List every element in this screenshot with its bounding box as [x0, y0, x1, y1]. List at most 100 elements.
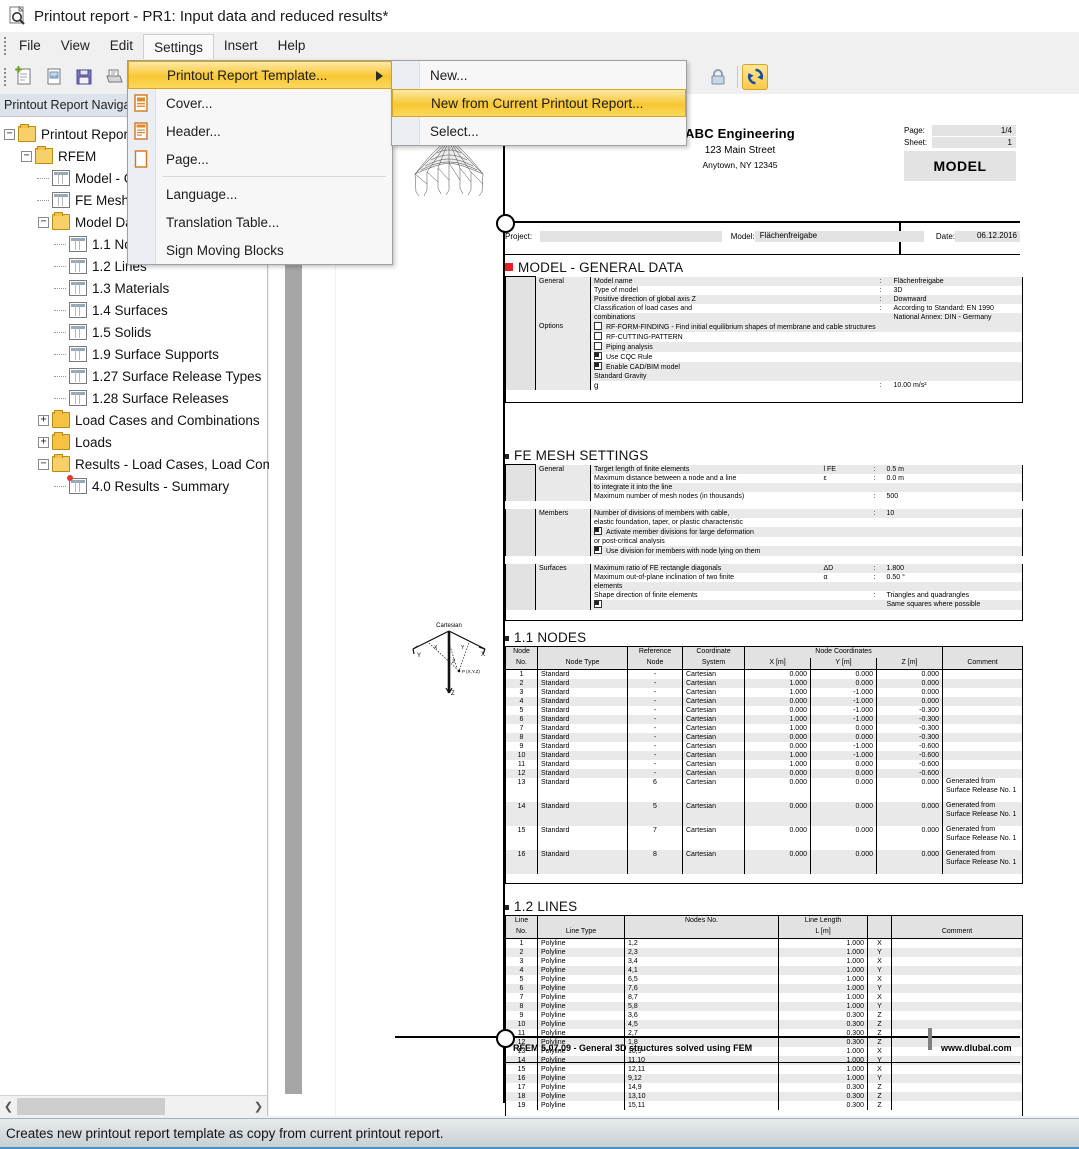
- tree-item-1-3-materials[interactable]: 1.3 Materials: [4, 277, 267, 299]
- collapse-minus-icon[interactable]: −: [38, 459, 49, 470]
- checkbox-checked-icon[interactable]: [594, 352, 602, 360]
- table-cell: Z: [868, 1092, 892, 1101]
- checkbox-checked-icon[interactable]: [594, 600, 602, 608]
- table-cell: [506, 874, 1023, 884]
- scroll-left-arrow-icon[interactable]: ❮: [0, 1097, 17, 1116]
- lock-icon[interactable]: [703, 62, 733, 92]
- menu-view[interactable]: View: [51, 32, 100, 59]
- menu-edit[interactable]: Edit: [100, 32, 143, 59]
- settings-dropdown-menu[interactable]: Printout Report Template... Cover... Hea…: [127, 60, 393, 265]
- table-cell: -0.600: [877, 751, 943, 760]
- sheet-value: 1: [932, 137, 1016, 148]
- report-preview-area[interactable]: ABC Engineering 123 Main Street Anytown,…: [336, 94, 1079, 1116]
- tree-item-results-load-cases[interactable]: −Results - Load Cases, Load Combinations: [4, 453, 267, 475]
- toolbar-grip-handle[interactable]: [0, 76, 9, 78]
- new-document-icon[interactable]: [9, 62, 39, 92]
- table-cell: 0.5 m: [884, 465, 1023, 474]
- table-cell: 10: [884, 509, 1023, 518]
- table-cell: 9: [506, 742, 538, 751]
- table-cell: Standard: [538, 850, 628, 874]
- table-cell: -0.300: [877, 706, 943, 715]
- menu-item-select[interactable]: Select...: [392, 117, 686, 145]
- checkbox-unchecked-icon[interactable]: [594, 332, 602, 340]
- menu-item-header[interactable]: Header...: [128, 117, 392, 145]
- print-printer-icon[interactable]: [99, 62, 129, 92]
- scroll-track[interactable]: [17, 1098, 250, 1115]
- menu-item-printout-report-template[interactable]: Printout Report Template...: [128, 61, 392, 89]
- menu-settings[interactable]: Settings: [143, 34, 214, 59]
- checkbox-checked-icon[interactable]: [594, 546, 602, 554]
- tree-item-1-9-surface-supports[interactable]: 1.9 Surface Supports: [4, 343, 267, 365]
- page-value: 1/4: [932, 125, 1016, 136]
- table-cell: 0.000: [745, 826, 811, 850]
- menu-insert[interactable]: Insert: [214, 32, 268, 59]
- refresh-arrows-icon[interactable]: [742, 64, 768, 90]
- tree-item-1-5-solids[interactable]: 1.5 Solids: [4, 321, 267, 343]
- table-cell: Standard: [538, 724, 628, 733]
- table-cell: RF-CUTTING-PATTERN: [591, 332, 891, 342]
- table-cell: Polyline: [538, 966, 625, 975]
- tree-item-1-28-surface-releases[interactable]: 1.28 Surface Releases: [4, 387, 267, 409]
- table-cell: elements: [591, 582, 821, 591]
- table-cell: [943, 688, 1023, 697]
- tree-item-load-cases-and-combinations[interactable]: +Load Cases and Combinations: [4, 409, 267, 431]
- checkbox-checked-icon[interactable]: [594, 362, 602, 370]
- table-cell: :: [871, 304, 891, 313]
- open-document-icon[interactable]: [39, 62, 69, 92]
- menu-item-page[interactable]: Page...: [128, 145, 392, 173]
- menu-item-new[interactable]: New...: [392, 61, 686, 89]
- tree-item-1-27-surface-release-types[interactable]: 1.27 Surface Release Types: [4, 365, 267, 387]
- checkbox-checked-icon[interactable]: [594, 527, 602, 535]
- scroll-right-arrow-icon[interactable]: ❯: [250, 1097, 267, 1116]
- table-cell: -0.300: [877, 733, 943, 742]
- checkbox-unchecked-icon[interactable]: [594, 322, 602, 330]
- table-cell: Use CQC Rule: [591, 352, 891, 362]
- table-cell: Polyline: [538, 1020, 625, 1029]
- menu-item-cover[interactable]: Cover...: [128, 89, 392, 117]
- tree-item-label: 4.0 Results - Summary: [92, 479, 229, 494]
- save-floppy-disk-icon[interactable]: [69, 62, 99, 92]
- table-cell: :: [866, 474, 884, 483]
- printout-report-template-submenu[interactable]: New... New from Current Printout Report.…: [391, 60, 687, 146]
- scroll-thumb[interactable]: [17, 1098, 165, 1115]
- table-cell: elastic foundation, taper, or plastic ch…: [591, 518, 821, 527]
- menu-help[interactable]: Help: [268, 32, 316, 59]
- table-cell: 1.000: [745, 679, 811, 688]
- table-cell: RF-FORM-FINDING - Find initial equilibri…: [591, 322, 891, 332]
- table-cell: 0.50 °: [884, 573, 1023, 582]
- table-cell: [891, 372, 1023, 381]
- table-cell: 0.000: [877, 679, 943, 688]
- project-label: Project:: [505, 232, 540, 241]
- menu-item-sign-moving-blocks[interactable]: Sign Moving Blocks: [128, 236, 392, 264]
- tree-item-4-0-results-summary[interactable]: 4.0 Results - Summary: [4, 475, 267, 497]
- folder-open-icon: [35, 148, 53, 164]
- tree-item-1-4-surfaces[interactable]: 1.4 Surfaces: [4, 299, 267, 321]
- table-cell: -: [628, 733, 683, 742]
- table-cell: Y: [868, 984, 892, 993]
- table-cell: 0.000: [811, 733, 877, 742]
- table-cell: 0.000: [811, 826, 877, 850]
- table-cell: or post-critical analysis: [591, 537, 821, 546]
- table-cell: 0.000: [745, 697, 811, 706]
- menu-item-translation-table[interactable]: Translation Table...: [128, 208, 392, 236]
- expand-plus-icon[interactable]: +: [38, 437, 49, 448]
- table-cell: 4: [506, 966, 538, 975]
- table-cell: 0.000: [877, 670, 943, 679]
- menu-file[interactable]: File: [9, 32, 51, 59]
- table-row: [506, 1110, 1023, 1116]
- menu-item-new-from-current-printout-report[interactable]: New from Current Printout Report...: [392, 89, 686, 117]
- tree-item-loads[interactable]: +Loads: [4, 431, 267, 453]
- menu-grip-handle[interactable]: [0, 32, 9, 59]
- collapse-minus-icon[interactable]: −: [38, 217, 49, 228]
- navigator-horizontal-scrollbar[interactable]: ❮ ❯: [0, 1095, 268, 1116]
- table-cell: combinations: [591, 313, 871, 322]
- table-cell: [506, 1110, 1023, 1116]
- expand-plus-icon[interactable]: +: [38, 415, 49, 426]
- menu-item-language[interactable]: Language...: [128, 180, 392, 208]
- folder-open-icon: [18, 126, 36, 142]
- collapse-minus-icon[interactable]: −: [21, 151, 32, 162]
- collapse-minus-icon[interactable]: −: [4, 129, 15, 140]
- folder-open-icon: [52, 214, 70, 230]
- section-bullet-icon: [505, 905, 509, 910]
- checkbox-unchecked-icon[interactable]: [594, 342, 602, 350]
